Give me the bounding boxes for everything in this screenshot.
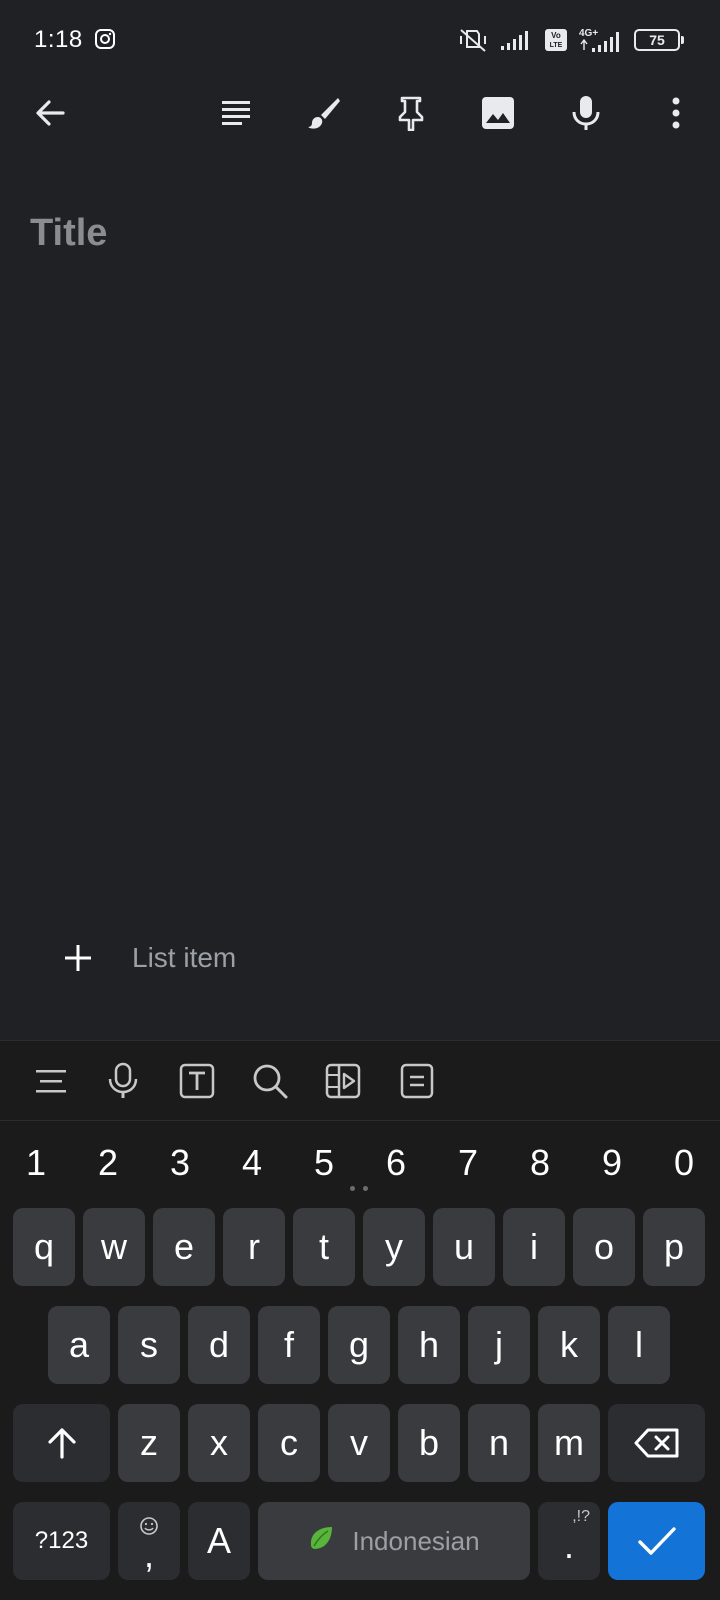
pager-dots <box>350 1186 374 1194</box>
key-q[interactable]: q <box>13 1208 75 1286</box>
space-language-label: Indonesian <box>352 1525 480 1556</box>
text-format-icon <box>222 101 250 125</box>
list-item-input[interactable] <box>132 942 632 974</box>
signal-strength-icon <box>500 28 534 52</box>
arrow-left-icon <box>36 100 65 126</box>
pin-icon <box>398 96 424 131</box>
key-d[interactable]: d <box>188 1306 250 1384</box>
key-a[interactable]: a <box>48 1306 110 1384</box>
key-v[interactable]: v <box>328 1404 390 1482</box>
backspace-icon <box>634 1428 678 1458</box>
battery-level: 75 <box>649 32 665 48</box>
svg-text:Vo: Vo <box>551 31 561 40</box>
key-4[interactable]: 4 <box>216 1123 288 1203</box>
status-indicators: Vo LTE 4G+ 75 <box>456 24 684 56</box>
title-input[interactable] <box>30 208 690 258</box>
check-icon <box>637 1527 676 1555</box>
enter-key[interactable] <box>608 1502 705 1580</box>
key-i[interactable]: i <box>503 1208 565 1286</box>
key-3[interactable]: 3 <box>144 1123 216 1203</box>
mic-icon <box>108 1062 138 1098</box>
keyboard-toolbar <box>0 1041 720 1121</box>
key-b[interactable]: b <box>398 1404 460 1482</box>
shift-key[interactable] <box>13 1404 110 1482</box>
key-t[interactable]: t <box>293 1208 355 1286</box>
key-n[interactable]: n <box>468 1404 530 1482</box>
emoji-icon <box>139 1516 159 1541</box>
key-c[interactable]: c <box>258 1404 320 1482</box>
svg-text:4G+: 4G+ <box>579 28 598 39</box>
key-y[interactable]: y <box>363 1208 425 1286</box>
key-2[interactable]: 2 <box>72 1123 144 1203</box>
text-format-button[interactable] <box>208 80 264 146</box>
brush-icon <box>308 98 340 129</box>
volte-icon: Vo LTE <box>544 28 568 52</box>
text-box-icon <box>179 1063 215 1099</box>
symbols-key[interactable]: ?123 <box>13 1502 110 1580</box>
battery-icon: 75 <box>634 29 684 51</box>
key-u[interactable]: u <box>433 1208 495 1286</box>
kb-clipboard-button[interactable] <box>394 1056 440 1106</box>
key-0[interactable]: 0 <box>648 1123 720 1203</box>
instagram-icon <box>94 28 118 52</box>
backspace-key[interactable] <box>608 1404 705 1482</box>
signal-4g-icon: 4G+ <box>578 26 624 54</box>
shift-arrow-icon <box>47 1428 76 1459</box>
key-k[interactable]: k <box>538 1306 600 1384</box>
more-vert-icon <box>672 97 680 129</box>
note-toolbar <box>0 80 720 146</box>
kb-media-button[interactable] <box>320 1056 366 1106</box>
key-z[interactable]: z <box>118 1404 180 1482</box>
period-sub-label: ,!? <box>572 1508 590 1525</box>
key-m[interactable]: m <box>538 1404 600 1482</box>
key-j[interactable]: j <box>468 1306 530 1384</box>
period-key[interactable]: ,!? . <box>538 1502 600 1580</box>
key-h[interactable]: h <box>398 1306 460 1384</box>
key-g[interactable]: g <box>328 1306 390 1384</box>
list-item[interactable] <box>60 930 632 986</box>
key-r[interactable]: r <box>223 1208 285 1286</box>
media-icon <box>325 1063 361 1099</box>
key-e[interactable]: e <box>153 1208 215 1286</box>
voice-note-button[interactable] <box>558 80 614 146</box>
key-8[interactable]: 8 <box>504 1123 576 1203</box>
key-o[interactable]: o <box>573 1208 635 1286</box>
key-f[interactable]: f <box>258 1306 320 1384</box>
key-1[interactable]: 1 <box>0 1123 72 1203</box>
status-bar: 1:18 Vo LTE 4G+ 75 <box>0 0 720 80</box>
clipboard-icon <box>400 1063 434 1099</box>
key-7[interactable]: 7 <box>432 1123 504 1203</box>
key-l[interactable]: l <box>608 1306 670 1384</box>
search-icon <box>253 1064 288 1099</box>
back-button[interactable] <box>22 80 78 146</box>
kb-search-button[interactable] <box>247 1056 293 1106</box>
brush-button[interactable] <box>296 80 352 146</box>
add-list-item-icon[interactable] <box>60 940 96 976</box>
key-x[interactable]: x <box>188 1404 250 1482</box>
pin-button[interactable] <box>383 80 439 146</box>
kb-voice-button[interactable] <box>100 1056 146 1106</box>
vibrate-muted-icon <box>456 26 490 54</box>
key-w[interactable]: w <box>83 1208 145 1286</box>
leaf-icon <box>308 1525 334 1558</box>
status-time: 1:18 <box>34 26 83 53</box>
more-options-button[interactable] <box>648 80 704 146</box>
add-image-button[interactable] <box>470 80 526 146</box>
emoji-comma-key[interactable]: , <box>118 1502 180 1580</box>
svg-text:LTE: LTE <box>550 42 563 49</box>
key-9[interactable]: 9 <box>576 1123 648 1203</box>
case-key[interactable]: A <box>188 1502 250 1580</box>
kb-text-edit-button[interactable] <box>174 1056 220 1106</box>
key-p[interactable]: p <box>643 1208 705 1286</box>
kb-menu-button[interactable] <box>28 1056 74 1106</box>
image-icon <box>482 97 514 129</box>
mic-icon <box>572 96 600 130</box>
space-bar[interactable]: Indonesian <box>258 1502 530 1580</box>
menu-icon <box>36 1070 66 1093</box>
period-label: . <box>563 1525 574 1566</box>
key-s[interactable]: s <box>118 1306 180 1384</box>
